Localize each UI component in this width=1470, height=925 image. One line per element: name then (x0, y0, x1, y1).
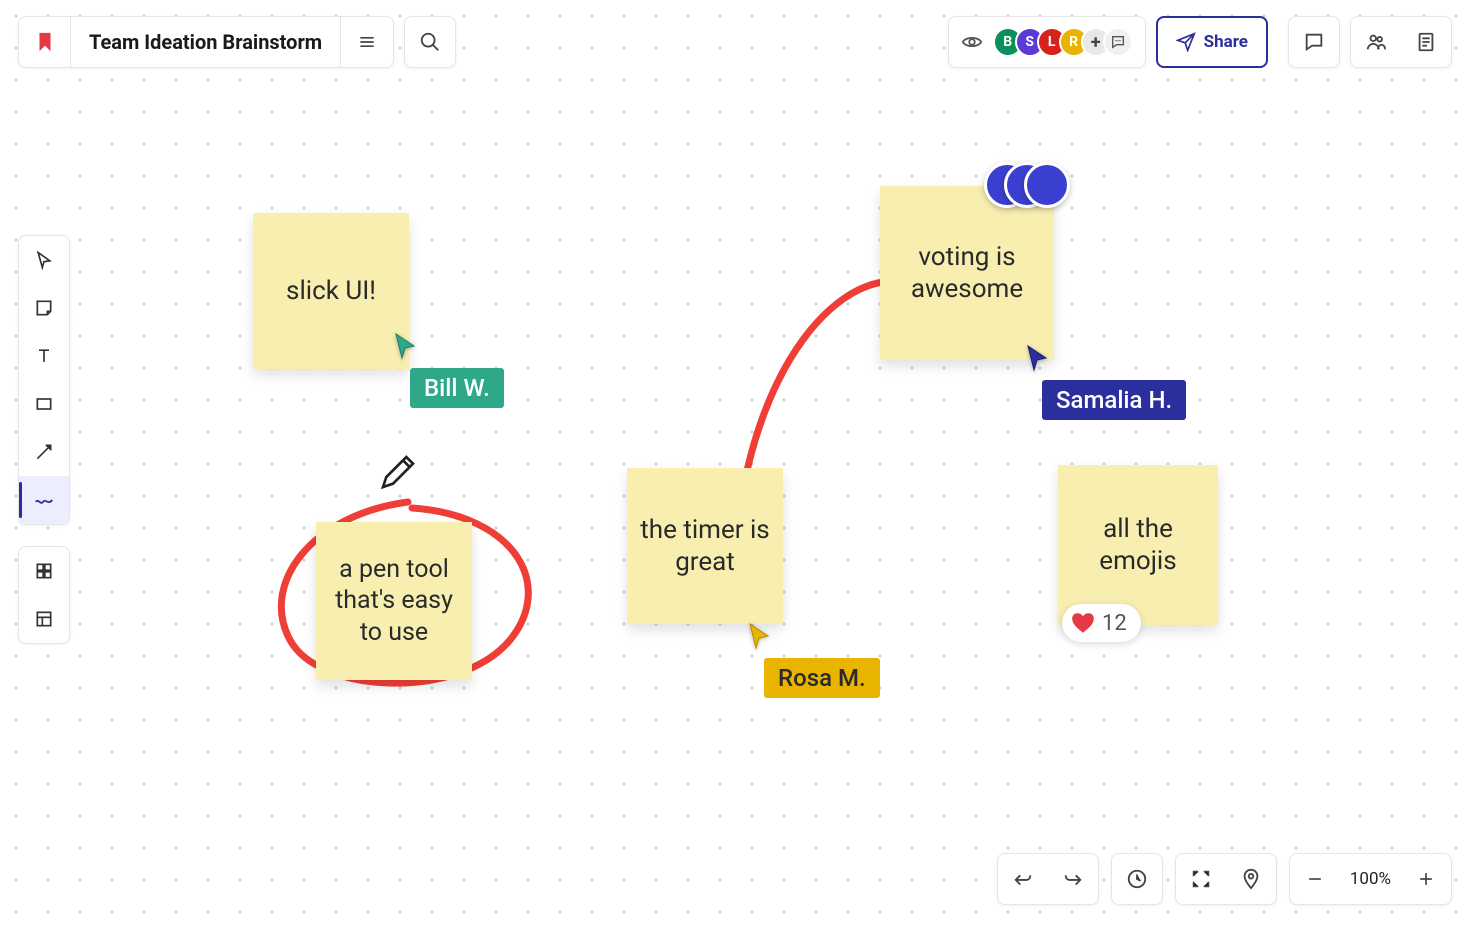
hamburger-icon (357, 32, 377, 52)
participants-button[interactable] (1351, 17, 1401, 67)
canvas[interactable]: slick UI! a pen tool that's easy to use … (0, 0, 1470, 925)
zoom-in-button[interactable] (1401, 854, 1451, 904)
avatar-stack: B S L R + (993, 27, 1133, 57)
sticky-icon (34, 298, 54, 318)
drawn-strokes (0, 0, 1470, 925)
plus-icon (1416, 869, 1436, 889)
tool-text[interactable] (19, 332, 69, 380)
tool-sticky[interactable] (19, 284, 69, 332)
sticky-note[interactable]: the timer is great (627, 468, 783, 624)
document-icon (1415, 31, 1437, 53)
search-icon (419, 31, 441, 53)
topbar-right: B S L R + Share (948, 16, 1452, 68)
cursor-icon (34, 250, 54, 270)
presence-box[interactable]: B S L R + (948, 16, 1146, 68)
comment-icon (1303, 31, 1325, 53)
bottom-bar: 100% (997, 853, 1452, 905)
history-button-group (1111, 853, 1163, 905)
cursor-name-tag: Bill W. (410, 368, 504, 408)
logo-icon (34, 31, 56, 53)
heart-icon (1070, 610, 1096, 636)
tool-templates[interactable] (19, 547, 69, 595)
eye-icon (961, 31, 983, 53)
tool-frames[interactable] (19, 595, 69, 643)
redo-button[interactable] (1048, 854, 1098, 904)
tool-line[interactable] (19, 428, 69, 476)
reaction-count: 12 (1102, 611, 1127, 636)
clock-icon (1126, 868, 1148, 890)
comments-button[interactable] (1288, 16, 1340, 68)
remote-cursor: Bill W. (394, 332, 504, 408)
cursor-name-tag: Samalia H. (1042, 380, 1186, 420)
history-button[interactable] (1112, 854, 1162, 904)
expand-icon (1190, 868, 1212, 890)
sticky-note[interactable]: all the emojis (1058, 465, 1218, 625)
tool-shape[interactable] (19, 380, 69, 428)
grid-icon (34, 561, 54, 581)
redo-icon (1062, 868, 1084, 890)
share-label: Share (1204, 32, 1248, 52)
tool-palette (18, 235, 70, 525)
arrow-icon (34, 442, 54, 462)
collab-group (1350, 16, 1452, 68)
share-button[interactable]: Share (1156, 16, 1268, 68)
sticky-note[interactable]: slick UI! (253, 213, 409, 369)
view-group (1175, 853, 1277, 905)
chat-icon (1110, 34, 1126, 50)
top-bar: Team Ideation Brainstorm B S L R + Share (18, 16, 1452, 68)
scribble-icon (33, 489, 55, 511)
tool-select[interactable] (19, 236, 69, 284)
pencil-cursor (378, 452, 418, 496)
paper-plane-icon (1176, 32, 1196, 52)
app-logo[interactable] (19, 17, 71, 67)
location-button[interactable] (1226, 854, 1276, 904)
layout-icon (34, 609, 54, 629)
zoom-group: 100% (1289, 853, 1452, 905)
pencil-icon (378, 452, 418, 492)
undo-icon (1012, 868, 1034, 890)
minus-icon (1305, 869, 1325, 889)
zoom-level[interactable]: 100% (1340, 869, 1401, 889)
tool-palette-secondary (18, 546, 70, 644)
fullscreen-button[interactable] (1176, 854, 1226, 904)
rectangle-icon (34, 394, 54, 414)
title-group: Team Ideation Brainstorm (18, 16, 394, 68)
board-title[interactable]: Team Ideation Brainstorm (71, 17, 341, 67)
undo-redo-group (997, 853, 1099, 905)
reaction-pill[interactable]: 12 (1062, 604, 1141, 642)
people-icon (1365, 31, 1387, 53)
menu-button[interactable] (341, 17, 393, 67)
sticky-note[interactable]: voting is awesome (880, 186, 1054, 360)
tool-draw[interactable] (19, 476, 69, 524)
cursor-name-tag: Rosa M. (764, 658, 880, 698)
text-icon (34, 346, 54, 366)
notes-button[interactable] (1401, 17, 1451, 67)
remote-cursor: Rosa M. (748, 622, 880, 698)
map-pin-icon (1240, 868, 1262, 890)
zoom-out-button[interactable] (1290, 854, 1340, 904)
sticky-note[interactable]: a pen tool that's easy to use (316, 522, 472, 680)
chat-bubble-pill[interactable] (1103, 27, 1133, 57)
remote-cursor: Samalia H. (1026, 344, 1186, 420)
vote-dot[interactable] (1024, 162, 1070, 208)
undo-button[interactable] (998, 854, 1048, 904)
search-button[interactable] (404, 16, 456, 68)
